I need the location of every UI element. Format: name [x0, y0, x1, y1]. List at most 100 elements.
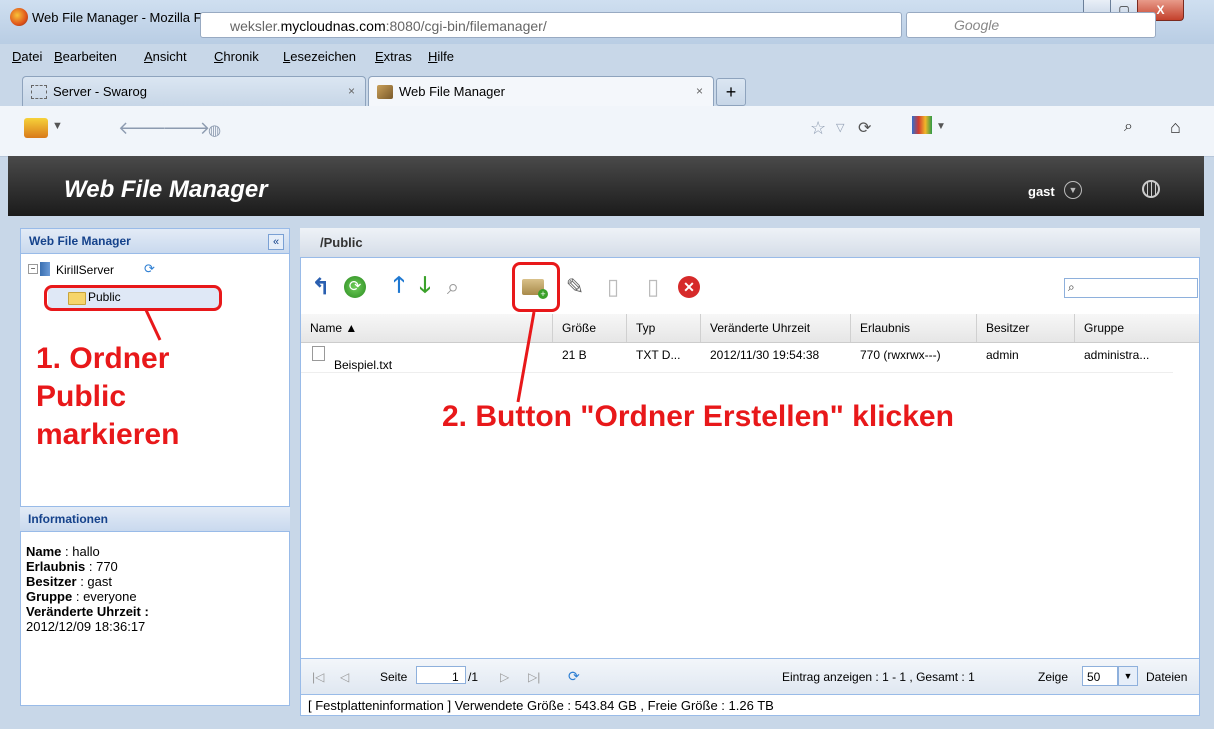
menu-bar: Datei Bearbeiten Ansicht Chronik Lesezei…	[0, 44, 1214, 68]
cell-group: administra...	[1084, 348, 1150, 362]
info-label: Name	[26, 544, 62, 559]
refresh-icon[interactable]: ⟳	[144, 261, 155, 277]
view-icon[interactable]: ⌕	[440, 274, 466, 300]
page-label: Seite	[380, 670, 408, 684]
col-owner[interactable]: Besitzer	[986, 321, 1029, 335]
server-icon	[40, 262, 50, 276]
menu-ansicht[interactable]: Ansicht	[144, 49, 187, 64]
back-icon[interactable]: 🡐	[118, 118, 166, 139]
col-separator	[626, 314, 627, 342]
go-back-icon[interactable]: ↰	[308, 274, 334, 300]
cell-owner: admin	[986, 348, 1019, 362]
cell-name[interactable]: Beispiel.txt	[334, 358, 392, 372]
tab-web-file-manager[interactable]: Web File Manager ×	[368, 76, 714, 106]
menu-bearbeiten[interactable]: Bearbeiten	[54, 49, 117, 64]
col-separator	[1074, 314, 1075, 342]
annotation-line: markieren	[36, 418, 180, 451]
info-label: Veränderte Uhrzeit :	[26, 604, 149, 619]
refresh-button[interactable]: ⟳	[342, 274, 368, 300]
reload-icon[interactable]: ⟳	[858, 118, 871, 138]
cell-size: 21 B	[562, 348, 587, 362]
firefox-logo-icon	[10, 8, 28, 26]
menu-lesezeichen[interactable]: Lesezeichen	[283, 49, 356, 64]
user-name[interactable]: gast	[1028, 184, 1055, 199]
search-placeholder: Google	[954, 17, 1000, 33]
path-bar	[300, 228, 1200, 258]
globe-icon: ◍	[208, 122, 222, 139]
fritz-addon-icon[interactable]	[24, 118, 48, 138]
next-page-icon[interactable]: ▷	[500, 670, 509, 684]
language-globe-icon[interactable]	[1142, 180, 1160, 198]
info-row-name: Name : hallo	[26, 544, 100, 559]
info-label: Gruppe	[26, 589, 73, 604]
tab-server-swarog[interactable]: Server - Swarog ×	[22, 76, 366, 106]
entry-summary: Eintrag anzeigen : 1 - 1 , Gesamt : 1	[782, 670, 975, 684]
annotation-step-2: 2. Button "Ordner Erstellen" klicken	[442, 400, 954, 433]
cell-type: TXT D...	[636, 348, 681, 362]
col-group[interactable]: Gruppe	[1084, 321, 1124, 335]
cell-modified: 2012/11/30 19:54:38	[710, 348, 820, 362]
tab-label: Web File Manager	[399, 84, 505, 99]
info-label: Erlaubnis	[26, 559, 86, 574]
annotation-step-1: 1. Ordner Public markieren	[36, 340, 179, 454]
prev-page-icon[interactable]: ◁	[340, 670, 349, 684]
info-label: Besitzer	[26, 574, 77, 589]
col-separator	[700, 314, 701, 342]
first-page-icon[interactable]: |◁	[312, 670, 324, 684]
search-icon[interactable]: ⌕	[1124, 118, 1133, 136]
page-icon	[31, 84, 47, 99]
info-row-modified: Veränderte Uhrzeit :	[26, 604, 149, 619]
menu-hilfe[interactable]: Hilfe	[428, 49, 454, 64]
per-page-unit: Dateien	[1146, 670, 1188, 684]
col-size[interactable]: Größe	[562, 321, 596, 335]
copy-icon[interactable]: ▯	[600, 274, 626, 300]
tab-close-icon[interactable]: ×	[348, 84, 355, 98]
addon-dropdown-icon[interactable]: ▼	[52, 120, 63, 132]
tab-label: Server - Swarog	[53, 84, 147, 99]
delete-icon[interactable]: ✕	[676, 274, 702, 300]
info-row-erlaubnis: Erlaubnis : 770	[26, 559, 118, 574]
info-row-gruppe: Gruppe : everyone	[26, 589, 137, 604]
tree-node-server[interactable]: KirillServer	[56, 263, 114, 277]
url-text[interactable]: weksler.mycloudnas.com:8080/cgi-bin/file…	[230, 18, 547, 34]
last-page-icon[interactable]: ▷|	[528, 670, 540, 684]
url-history-icon[interactable]: ▽	[836, 121, 844, 134]
menu-extras[interactable]: Extras	[375, 49, 412, 64]
rename-icon[interactable]: ✎	[562, 274, 588, 300]
move-icon[interactable]: ▯	[640, 274, 666, 300]
collapse-panel-button[interactable]: «	[268, 234, 284, 250]
info-value: gast	[87, 574, 112, 589]
file-search-input[interactable]	[1064, 278, 1198, 298]
info-row-besitzer: Besitzer : gast	[26, 574, 112, 589]
info-value: hallo	[72, 544, 100, 559]
annotation-line: 1. Ordner	[36, 342, 170, 375]
col-separator	[976, 314, 977, 342]
tree-expander-icon[interactable]: −	[28, 264, 38, 274]
col-name[interactable]: Name ▲	[310, 321, 357, 335]
upload-icon[interactable]: 🡑	[386, 272, 412, 300]
bookmark-star-icon[interactable]: ☆	[810, 118, 826, 139]
new-tab-button[interactable]: +	[716, 78, 746, 106]
page-number-value: 1	[452, 670, 459, 684]
search-engine-dropdown-icon[interactable]: ▼	[936, 121, 946, 132]
menu-chronik[interactable]: Chronik	[214, 49, 259, 64]
tab-bar: Server - Swarog × Web File Manager × +	[0, 76, 1214, 106]
per-page-dropdown-icon[interactable]: ▼	[1118, 666, 1138, 686]
col-permission[interactable]: Erlaubnis	[860, 321, 910, 335]
home-icon[interactable]: ⌂	[1170, 117, 1181, 138]
user-dropdown-icon[interactable]: ▼	[1064, 181, 1082, 199]
menu-datei[interactable]: Datei	[12, 49, 42, 64]
tab-close-icon[interactable]: ×	[696, 84, 703, 98]
search-icon: ⌕	[1068, 280, 1075, 294]
search-bar[interactable]	[906, 12, 1156, 38]
col-type[interactable]: Typ	[636, 321, 655, 335]
info-modified-value: 2012/12/09 18:36:17	[26, 619, 146, 634]
per-page-label: Zeige	[1038, 670, 1069, 684]
pager-refresh-icon[interactable]: ⟳	[568, 668, 580, 685]
disk-info: [ Festplatteninformation ] Verwendete Gr…	[308, 698, 774, 713]
forward-icon[interactable]: 🡒	[162, 118, 210, 139]
google-logo-icon[interactable]	[912, 116, 932, 134]
current-path: /Public	[320, 235, 363, 250]
download-icon[interactable]: 🡓	[412, 272, 438, 300]
col-modified[interactable]: Veränderte Uhrzeit	[710, 321, 810, 335]
